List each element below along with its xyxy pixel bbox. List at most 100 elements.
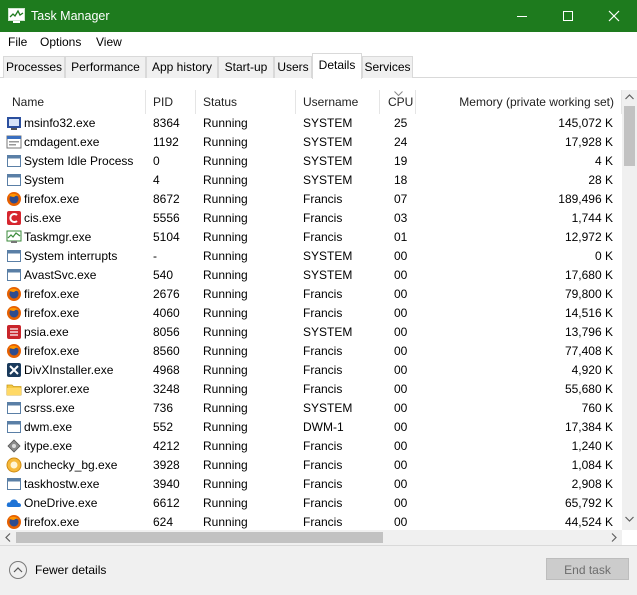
divx-icon	[7, 363, 21, 377]
window-title: Task Manager	[31, 9, 110, 23]
process-status: Running	[203, 287, 248, 301]
process-row[interactable]: firefox.exe 8672 Running Francis 07 189,496 K	[0, 190, 622, 209]
tab-users[interactable]: Users	[274, 56, 312, 78]
process-row[interactable]: explorer.exe 3248 Running Francis 00 55,680 K	[0, 380, 622, 399]
process-name: OneDrive.exe	[24, 496, 98, 510]
process-cpu: 00	[394, 477, 408, 491]
maximize-button[interactable]	[545, 0, 591, 32]
process-row[interactable]: psia.exe 8056 Running SYSTEM 00 13,796 K	[0, 323, 622, 342]
process-list: msinfo32.exe 8364 Running SYSTEM 25 145,072 K…	[0, 114, 622, 530]
process-memory: 1,744 K	[571, 211, 613, 225]
process-username: Francis	[303, 496, 343, 510]
process-row[interactable]: AvastSvc.exe 540 Running SYSTEM 00 17,680 K	[0, 266, 622, 285]
sort-descending-icon	[394, 91, 403, 96]
close-button[interactable]	[591, 0, 637, 32]
process-row[interactable]: firefox.exe 624 Running Francis 00 44,524 K	[0, 513, 622, 530]
process-row[interactable]: itype.exe 4212 Running Francis 00 1,240 K	[0, 437, 622, 456]
tab-services[interactable]: Services	[362, 56, 413, 78]
process-pid: 540	[153, 268, 174, 282]
tab-app-history[interactable]: App history	[146, 56, 218, 78]
horizontal-scroll-thumb[interactable]	[16, 532, 383, 543]
process-memory: 77,408 K	[564, 344, 613, 358]
scroll-down-arrow-icon[interactable]	[625, 516, 634, 522]
process-row[interactable]: firefox.exe 2676 Running Francis 00 79,800 K	[0, 285, 622, 304]
menu-file[interactable]: File	[8, 35, 27, 49]
firefox-icon	[7, 344, 21, 358]
scroll-up-arrow-icon[interactable]	[625, 94, 634, 100]
msinfo-icon	[7, 117, 21, 130]
process-status: Running	[203, 154, 248, 168]
tab-performance[interactable]: Performance	[65, 56, 146, 78]
process-username: DWM-1	[303, 420, 344, 434]
title-bar[interactable]: Task Manager	[0, 0, 637, 32]
horizontal-scrollbar[interactable]	[0, 530, 622, 545]
process-row[interactable]: unchecky_bg.exe 3928 Running Francis 00 1,084…	[0, 456, 622, 475]
process-name: csrss.exe	[24, 401, 75, 415]
tab-startup[interactable]: Start-up	[218, 56, 274, 78]
minimize-button[interactable]	[499, 0, 545, 32]
process-row[interactable]: dwm.exe 552 Running DWM-1 00 17,384 K	[0, 418, 622, 437]
process-name: cis.exe	[24, 211, 62, 225]
tab-processes[interactable]: Processes	[3, 56, 65, 78]
fewer-details-link[interactable]: Fewer details	[35, 563, 106, 577]
vertical-scrollbar[interactable]	[622, 90, 637, 530]
process-row[interactable]: Taskmgr.exe 5104 Running Francis 01 12,972 K	[0, 228, 622, 247]
window-app-icon	[7, 402, 21, 414]
process-row[interactable]: msinfo32.exe 8364 Running SYSTEM 25 145,072 K	[0, 114, 622, 133]
process-name: firefox.exe	[24, 306, 80, 320]
process-status: Running	[203, 192, 248, 206]
process-cpu: 00	[394, 401, 408, 415]
process-memory: 4,920 K	[571, 363, 613, 377]
process-pid: 2676	[153, 287, 180, 301]
process-row[interactable]: DivXInstaller.exe 4968 Running Francis 00 4,9…	[0, 361, 622, 380]
process-pid: 3940	[153, 477, 180, 491]
menu-options[interactable]: Options	[40, 35, 81, 49]
vertical-scroll-thumb[interactable]	[624, 106, 635, 166]
process-row[interactable]: csrss.exe 736 Running SYSTEM 00 760 K	[0, 399, 622, 418]
process-memory: 145,072 K	[558, 116, 613, 130]
menu-view[interactable]: View	[96, 35, 122, 49]
process-memory: 12,972 K	[564, 230, 613, 244]
process-row[interactable]: System Idle Process 0 Running SYSTEM 19 4 K	[0, 152, 622, 171]
process-status: Running	[203, 173, 248, 187]
process-username: SYSTEM	[303, 325, 353, 339]
process-cpu: 00	[394, 287, 408, 301]
psia-icon	[7, 325, 21, 339]
process-cpu: 07	[394, 192, 408, 206]
process-pid: 5104	[153, 230, 180, 244]
column-header-pid[interactable]: PID	[146, 90, 196, 114]
process-row[interactable]: firefox.exe 4060 Running Francis 00 14,516 K	[0, 304, 622, 323]
process-pid: 3928	[153, 458, 180, 472]
column-header-username[interactable]: Username	[296, 90, 380, 114]
process-cpu: 00	[394, 496, 408, 510]
process-cpu: 00	[394, 420, 408, 434]
process-pid: 4060	[153, 306, 180, 320]
process-row[interactable]: System interrupts - Running SYSTEM 00 0 K	[0, 247, 622, 266]
process-row[interactable]: System 4 Running SYSTEM 18 28 K	[0, 171, 622, 190]
chevron-up-circle-icon[interactable]	[8, 560, 28, 580]
process-row[interactable]: cmdagent.exe 1192 Running SYSTEM 24 17,928 K	[0, 133, 622, 152]
process-row[interactable]: firefox.exe 8560 Running Francis 00 77,408 K	[0, 342, 622, 361]
end-task-button[interactable]: End task	[546, 558, 629, 580]
process-memory: 44,524 K	[564, 515, 613, 529]
scroll-right-arrow-icon[interactable]	[611, 533, 617, 542]
column-header-status[interactable]: Status	[196, 90, 296, 114]
process-pid: 3248	[153, 382, 180, 396]
process-memory: 189,496 K	[558, 192, 613, 206]
process-cpu: 00	[394, 306, 408, 320]
column-header-memory[interactable]: Memory (private working set)	[416, 90, 622, 114]
process-row[interactable]: OneDrive.exe 6612 Running Francis 00 65,792 K	[0, 494, 622, 513]
process-username: Francis	[303, 439, 343, 453]
process-cpu: 00	[394, 515, 408, 529]
scroll-left-arrow-icon[interactable]	[5, 533, 11, 542]
firefox-icon	[7, 192, 21, 206]
tab-details[interactable]: Details	[312, 53, 362, 79]
column-header-name[interactable]: Name	[0, 90, 146, 114]
process-row[interactable]: taskhostw.exe 3940 Running Francis 00 2,908 K	[0, 475, 622, 494]
process-row[interactable]: cis.exe 5556 Running Francis 03 1,744 K	[0, 209, 622, 228]
process-username: Francis	[303, 363, 343, 377]
window-app-icon	[7, 250, 21, 262]
process-status: Running	[203, 211, 248, 225]
process-name: firefox.exe	[24, 344, 80, 358]
process-username: Francis	[303, 477, 343, 491]
